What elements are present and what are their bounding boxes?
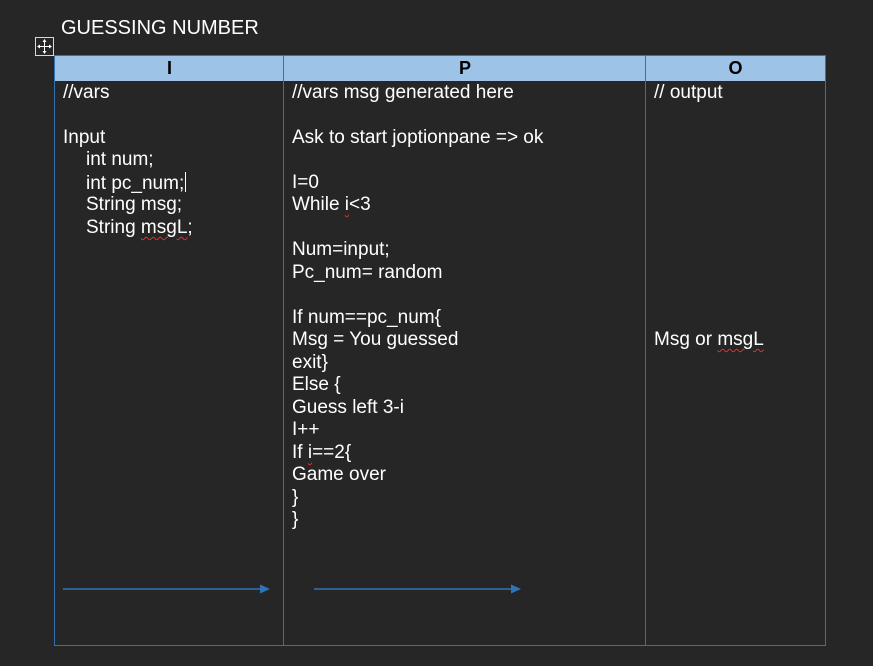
process-line: I++ — [292, 419, 320, 440]
process-line: //vars msg generated here — [292, 82, 514, 103]
input-section-label: Input — [63, 127, 106, 148]
document-title: GUESSING NUMBER — [61, 17, 259, 39]
input-var-pc-num: int pc_num; — [86, 172, 187, 195]
process-line-suffix: <3 — [349, 194, 371, 215]
input-comment: //vars — [63, 82, 110, 103]
output-result: Msg or msgL — [654, 329, 764, 351]
process-line: Guess left 3-i — [292, 397, 404, 418]
input-var-msgl-suffix: ; — [187, 217, 193, 238]
right-arrow-icon — [314, 584, 521, 594]
process-line: exit} — [292, 352, 328, 373]
input-var-pc-num-text: int pc_num; — [86, 173, 185, 194]
header-process[interactable]: P — [284, 56, 646, 81]
process-line: Game over — [292, 464, 386, 485]
process-line: While i<3 — [292, 194, 371, 216]
table-move-handle[interactable] — [35, 37, 54, 56]
process-line: Ask to start joptionpane => ok — [292, 127, 544, 148]
process-line: } — [292, 487, 299, 508]
spellcheck-word: msgL — [717, 329, 764, 350]
document-canvas: GUESSING NUMBER I P O //vars Input int n… — [0, 0, 873, 666]
text-cursor — [185, 172, 187, 192]
column-divider — [283, 56, 284, 645]
ipo-table[interactable]: I P O //vars Input int num; int pc_num; … — [54, 55, 826, 646]
header-output[interactable]: O — [646, 56, 825, 81]
process-line: } — [292, 509, 299, 530]
process-line-prefix: While — [292, 194, 345, 215]
process-line: Msg = You guessed — [292, 329, 459, 350]
output-comment: // output — [654, 82, 723, 103]
process-line: Num=input; — [292, 239, 390, 260]
process-line-suffix: ==2{ — [312, 442, 352, 463]
input-var-num: int num; — [86, 149, 154, 170]
header-input[interactable]: I — [55, 56, 284, 81]
process-line: Pc_num= random — [292, 262, 443, 283]
input-var-msg: String msg; — [86, 194, 183, 215]
table-header-row: I P O — [55, 56, 825, 81]
output-result-prefix: Msg or — [654, 329, 718, 350]
process-line: I=0 — [292, 172, 319, 193]
input-var-msgl: String msgL; — [86, 217, 193, 239]
process-line: If i==2{ — [292, 442, 351, 464]
move-arrows-icon — [36, 38, 53, 55]
column-divider — [645, 56, 646, 645]
process-line-prefix: If — [292, 442, 308, 463]
right-arrow-icon — [63, 584, 270, 594]
process-line: If num==pc_num{ — [292, 307, 441, 328]
input-var-msgl-prefix: String — [86, 217, 141, 238]
spellcheck-word: msgL — [140, 217, 188, 238]
process-line: Else { — [292, 374, 341, 395]
